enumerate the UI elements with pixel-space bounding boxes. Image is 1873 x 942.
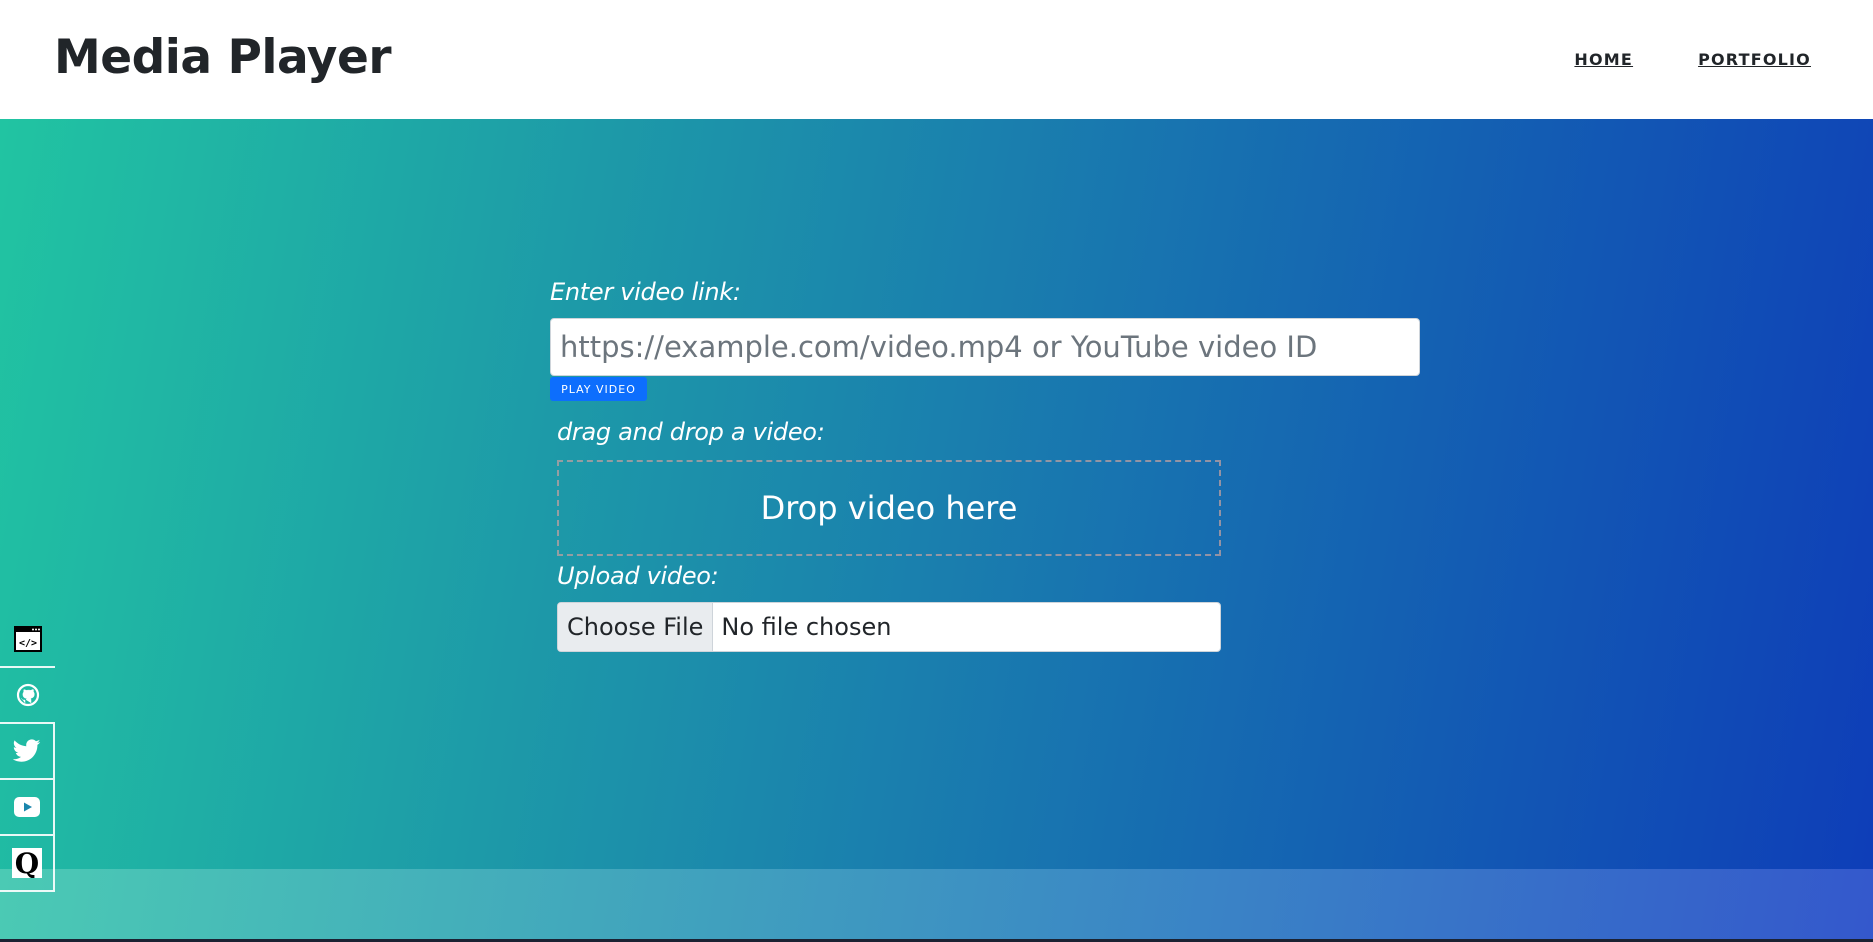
video-drop-zone[interactable]: Drop video here [557,460,1221,556]
svg-text:</>: </> [18,638,36,649]
drag-drop-label: drag and drop a video: [557,418,825,446]
social-link-twitter[interactable] [0,724,55,780]
svg-text:Q: Q [14,848,38,878]
nav-portfolio-link[interactable]: PORTFOLIO [1698,50,1811,69]
video-link-input[interactable] [550,318,1420,376]
nav-home-link[interactable]: HOME [1574,50,1633,69]
quora-icon: Q [11,848,42,878]
social-link-code[interactable]: </> [0,612,55,668]
site-title: Media Player [54,30,392,85]
video-link-label: Enter video link: [550,278,741,306]
social-link-github[interactable] [0,668,55,724]
drop-zone-text: Drop video here [760,489,1018,527]
youtube-icon [13,797,40,817]
footer-band [0,869,1873,942]
code-window-icon: </> [13,626,42,652]
file-status-text: No file chosen [721,613,892,641]
choose-file-button[interactable]: Choose File [558,603,714,651]
social-link-quora[interactable]: Q [0,836,55,892]
play-video-button[interactable]: PLAY VIDEO [550,377,647,401]
main-nav: HOME PORTFOLIO [1574,50,1811,69]
site-header: Media Player HOME PORTFOLIO [0,0,1873,119]
social-sidebar: </> Q [0,612,55,892]
upload-file-input[interactable]: Choose File No file chosen [557,602,1221,652]
twitter-icon [12,739,40,762]
social-link-youtube[interactable] [0,780,55,836]
github-icon [16,683,39,707]
upload-video-label: Upload video: [557,562,719,590]
